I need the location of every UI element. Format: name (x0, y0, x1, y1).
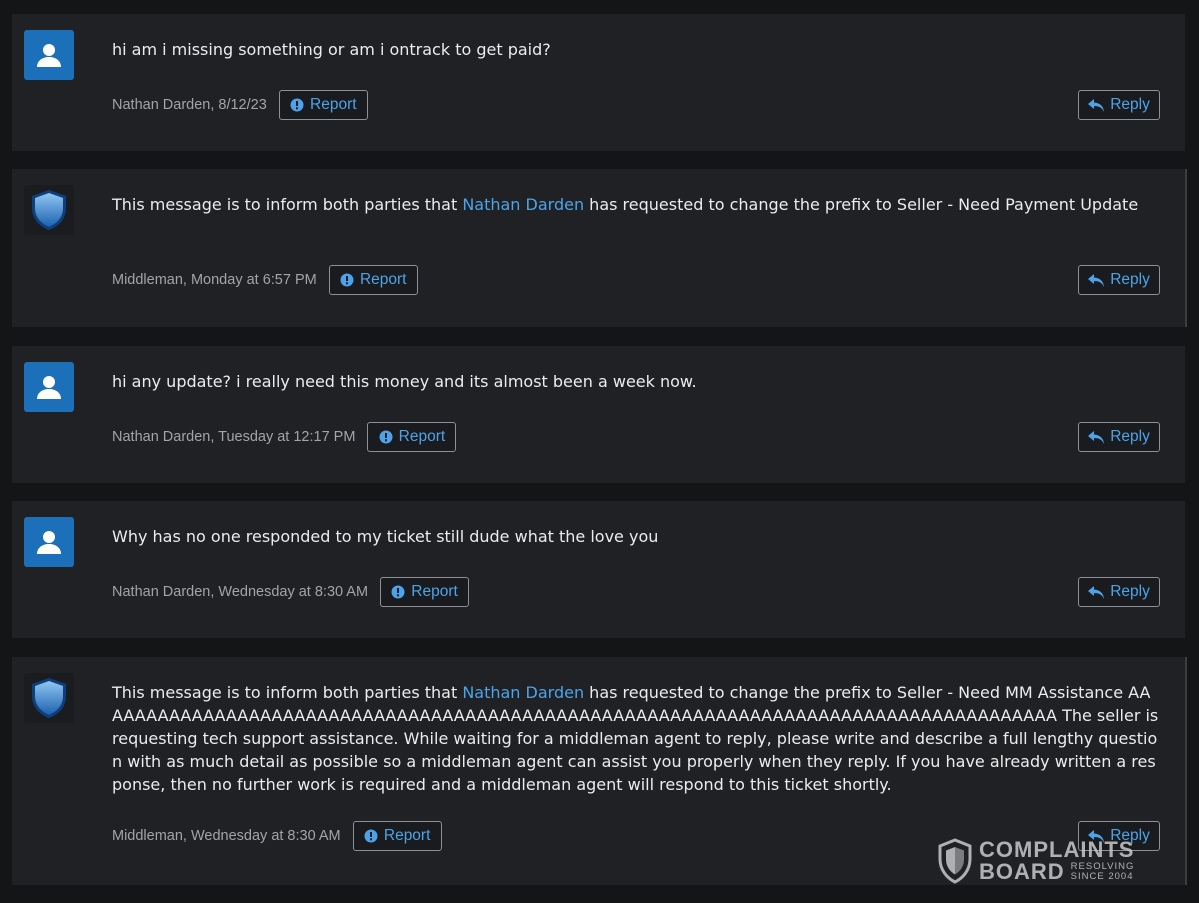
user-icon (37, 376, 61, 399)
moderator-avatar[interactable] (24, 185, 74, 235)
report-button[interactable]: Report (380, 577, 470, 607)
report-label: Report (411, 583, 458, 600)
post-author-date[interactable]: Middleman, Monday at 6:57 PM (112, 272, 317, 288)
post-author-date[interactable]: Nathan Darden, Tuesday at 12:17 PM (112, 429, 355, 445)
shield-icon (32, 190, 66, 230)
post-author-date[interactable]: Middleman, Wednesday at 8:30 AM (112, 828, 341, 844)
user-avatar[interactable] (24, 30, 74, 80)
post-meta: Nathan Darden, 8/12/23 Report (112, 90, 368, 120)
user-avatar[interactable] (24, 362, 74, 412)
user-link[interactable]: Nathan Darden (462, 683, 584, 702)
post-meta: Nathan Darden, Tuesday at 12:17 PM Repor… (112, 422, 457, 452)
alert-icon (391, 585, 405, 599)
post-meta: Nathan Darden, Wednesday at 8:30 AM Repo… (112, 577, 470, 607)
watermark-line2: BOARD (979, 859, 1065, 884)
report-button[interactable]: Report (328, 265, 418, 295)
user-icon (37, 44, 61, 67)
post-meta: Middleman, Monday at 6:57 PM Report (112, 265, 418, 295)
report-label: Report (398, 428, 446, 445)
alert-icon (379, 430, 393, 444)
reply-icon (1088, 273, 1105, 287)
reply-label: Reply (1110, 583, 1150, 600)
alert-icon (364, 829, 378, 843)
alert-icon (340, 273, 354, 287)
reply-button[interactable]: Reply (1078, 90, 1160, 120)
system-message-post: This message is to inform both parties t… (12, 169, 1187, 327)
report-label: Report (383, 827, 431, 844)
report-button[interactable]: Report (352, 821, 442, 851)
alert-icon (290, 98, 304, 112)
reply-icon (1088, 430, 1105, 444)
message-post: Why has no one responded to my ticket st… (12, 501, 1185, 638)
message-text: This message is to inform both parties t… (112, 193, 1159, 216)
watermark-tag2: SINCE 2004 (1070, 871, 1134, 882)
user-link[interactable]: Nathan Darden (462, 195, 584, 214)
message-text: Why has no one responded to my ticket st… (112, 527, 659, 546)
reply-label: Reply (1110, 428, 1150, 445)
post-author-date[interactable]: Nathan Darden, 8/12/23 (112, 97, 267, 113)
message-text-part: This message is to inform both parties t… (112, 195, 463, 214)
shield-icon (32, 678, 66, 718)
user-avatar[interactable] (24, 517, 74, 567)
message-text-part: has requested to change the prefix to Se… (584, 195, 1139, 214)
message-text: hi am i missing something or am i ontrac… (112, 40, 551, 59)
watermark-line1: COMPLAINTS (979, 837, 1135, 862)
complaintsboard-watermark: COMPLAINTS BOARD RESOLVING SINCE 2004 (937, 838, 1134, 884)
reply-icon (1088, 98, 1105, 112)
message-post: hi am i missing something or am i ontrac… (12, 14, 1185, 151)
reply-button[interactable]: Reply (1078, 265, 1160, 295)
reply-button[interactable]: Reply (1078, 577, 1160, 607)
reply-label: Reply (1110, 96, 1150, 113)
user-icon (37, 531, 61, 554)
message-text: This message is to inform both parties t… (112, 681, 1159, 796)
message-post: hi any update? i really need this money … (12, 346, 1185, 483)
post-meta: Middleman, Wednesday at 8:30 AM Report (112, 821, 442, 851)
report-label: Report (310, 96, 357, 113)
post-author-date[interactable]: Nathan Darden, Wednesday at 8:30 AM (112, 584, 368, 600)
message-text-part: This message is to inform both parties t… (112, 683, 463, 702)
reply-label: Reply (1110, 271, 1150, 288)
report-button[interactable]: Report (367, 422, 457, 452)
report-label: Report (359, 271, 407, 288)
message-text: hi any update? i really need this money … (112, 372, 697, 391)
report-button[interactable]: Report (278, 90, 368, 120)
shield-logo-icon (938, 838, 972, 884)
reply-button[interactable]: Reply (1078, 422, 1160, 452)
moderator-avatar[interactable] (24, 673, 74, 723)
reply-icon (1088, 585, 1105, 599)
